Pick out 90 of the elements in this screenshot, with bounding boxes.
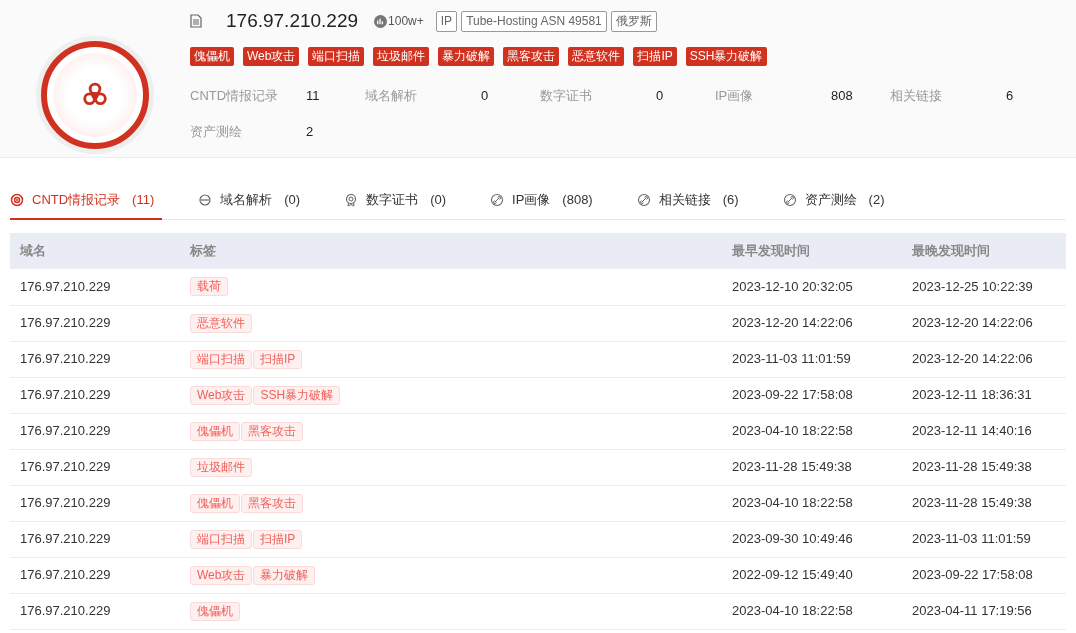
table-cell: 2023-09-22 17:58:08: [722, 377, 902, 413]
stat-value: 808: [831, 87, 853, 105]
table-cell: 2023-12-20 14:22:06: [722, 305, 902, 341]
table-cell: 176.97.210.229: [10, 305, 180, 341]
table-cell: 2023-12-11 14:40:16: [902, 413, 1066, 449]
award-icon: [344, 193, 359, 207]
tab[interactable]: 数字证书 (0): [344, 182, 455, 220]
info-tag: IP: [435, 10, 458, 32]
tab[interactable]: 资产测绘 (2): [782, 182, 893, 220]
table-cell: 2023-12-11 18:36:31: [902, 377, 1066, 413]
table-cell: 2023-04-10 18:22:58: [722, 413, 902, 449]
stat-label: IP画像: [715, 87, 755, 105]
table-cell: 176.97.210.229: [10, 413, 180, 449]
table-cell: 2023-04-10 18:22:58: [722, 485, 902, 521]
tab[interactable]: 相关链接 (6): [636, 182, 747, 220]
tag: Web攻击: [190, 385, 253, 405]
stat-value: 0: [481, 87, 489, 105]
threat-tag: 恶意软件: [568, 47, 625, 66]
table-cell: 2023-09-30 10:49:46: [722, 521, 902, 557]
table-cell: 2023-12-10 20:32:05: [722, 269, 902, 305]
table-cell: 2023-11-28 15:49:38: [902, 449, 1066, 485]
column-header: 域名: [10, 233, 180, 269]
table-cell: 2023-04-10 18:22:58: [722, 593, 902, 629]
threat-tag: Web攻击: [243, 47, 300, 66]
document-icon: [190, 14, 202, 28]
info-tag: 俄罗斯: [610, 10, 657, 32]
circle-minus-icon: [198, 193, 213, 207]
tag: 傀儡机: [190, 493, 240, 513]
stat-value: 0: [656, 87, 664, 105]
tab[interactable]: 域名解析 (0): [198, 182, 309, 220]
info-tag: Tube-Hosting ASN 49581: [461, 10, 607, 32]
threat-tag: 黑客攻击: [503, 47, 560, 66]
table-cell: 176.97.210.229: [10, 557, 180, 593]
column-header: 最晚发现时间: [902, 233, 1066, 269]
stat-value: 11: [306, 87, 320, 105]
table-cell: 2023-11-03 11:01:59: [902, 521, 1066, 557]
stat-value: 2: [306, 122, 314, 141]
stat-label: 资产测绘: [190, 122, 243, 141]
column-header: 最早发现时间: [722, 233, 902, 269]
table-cell: 2023-12-20 14:22:06: [902, 341, 1066, 377]
threat-tag: SSH暴力破解: [685, 47, 767, 66]
tag: 黑客攻击: [241, 493, 303, 513]
tag: 傀儡机: [190, 601, 240, 621]
table-cell: 2023-11-03 11:01:59: [722, 341, 902, 377]
tag: 端口扫描: [190, 349, 252, 369]
table-cell: 176.97.210.229: [10, 377, 180, 413]
table-cell: 2023-04-11 17:19:56: [902, 593, 1066, 629]
tag: 傀儡机: [190, 421, 240, 441]
table-cell: 176.97.210.229: [10, 449, 180, 485]
table-cell: 2023-12-25 10:22:39: [902, 269, 1066, 305]
table-cell: 176.97.210.229: [10, 485, 180, 521]
table-cell: 176.97.210.229: [10, 341, 180, 377]
tab[interactable]: CNTD情报记录 (11): [10, 182, 163, 220]
tag: 扫描IP: [253, 529, 303, 549]
threat-tag: 傀儡机: [190, 47, 234, 66]
table-cell: 2023-12-20 14:22:06: [902, 305, 1066, 341]
tag: Web攻击: [190, 565, 253, 585]
stat-label: CNTD情报记录: [190, 87, 280, 105]
tag: SSH暴力破解: [253, 385, 341, 405]
heat-count: 100w+: [388, 13, 424, 30]
link-icon: [782, 193, 797, 207]
table-cell: 176.97.210.229: [10, 593, 180, 629]
tag: 端口扫描: [190, 529, 252, 549]
tag: 扫描IP: [253, 349, 303, 369]
table-cell: 176.97.210.229: [10, 269, 180, 305]
threat-tag: 端口扫描: [308, 47, 365, 66]
stat-label: 域名解析: [365, 87, 418, 105]
table-cell: 2023-09-22 17:58:08: [902, 557, 1066, 593]
link-icon: [636, 193, 651, 207]
threat-tag: 垃圾邮件: [373, 47, 430, 66]
tag: 恶意软件: [190, 313, 252, 333]
threat-tag: 暴力破解: [438, 47, 495, 66]
table-cell: 2023-11-28 15:49:38: [902, 485, 1066, 521]
table-cell: 2023-11-28 15:49:38: [722, 449, 902, 485]
tag: 暴力破解: [253, 565, 316, 585]
tab[interactable]: IP画像 (808): [490, 182, 601, 220]
radar-icon: [10, 193, 24, 207]
stat-value: 6: [1006, 87, 1014, 105]
tag: 黑客攻击: [241, 421, 303, 441]
ip-address: 176.97.210.229: [226, 8, 359, 33]
stat-label: 数字证书: [540, 87, 593, 105]
stat-label: 相关链接: [890, 87, 943, 105]
tag: 垃圾邮件: [190, 457, 252, 477]
table-cell: 176.97.210.229: [10, 521, 180, 557]
chart-icon: [374, 14, 388, 28]
link-icon: [490, 193, 505, 207]
column-header: 标签: [180, 233, 722, 269]
tag: 载荷: [190, 277, 228, 297]
table-cell: 2022-09-12 15:49:40: [722, 557, 902, 593]
threat-tag: 扫描IP: [633, 47, 677, 66]
